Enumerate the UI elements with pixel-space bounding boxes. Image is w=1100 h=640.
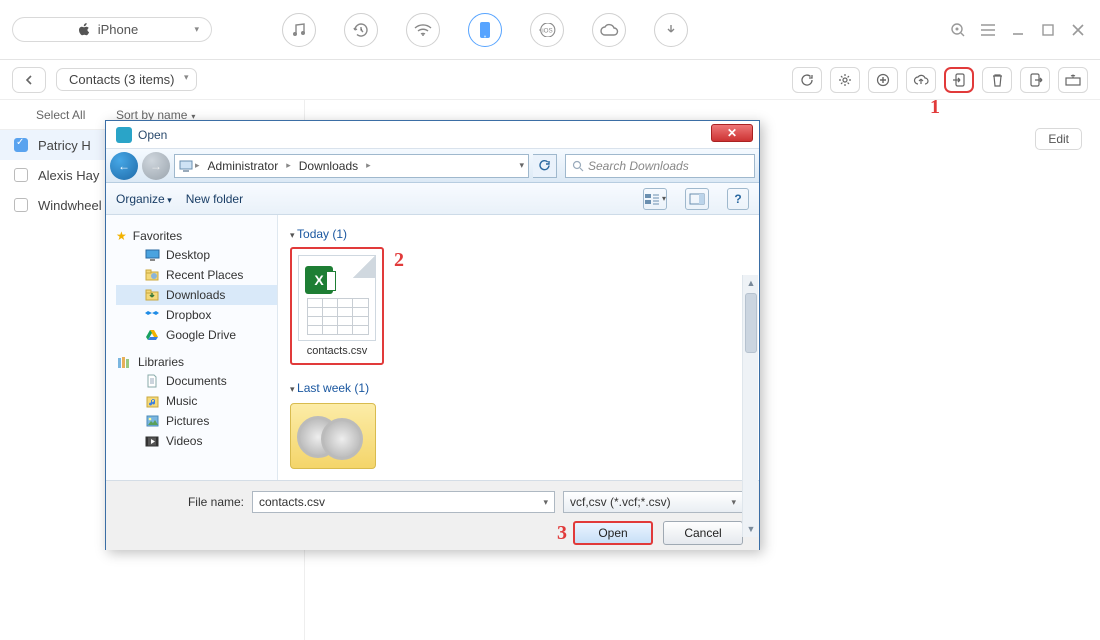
import-button[interactable] — [944, 67, 974, 93]
path-segment[interactable]: Administrator — [202, 157, 285, 175]
history-button[interactable] — [344, 13, 378, 47]
computer-icon — [179, 159, 193, 173]
scroll-thumb[interactable] — [745, 293, 757, 353]
settings-button[interactable] — [830, 67, 860, 93]
close-app-button[interactable] — [1068, 20, 1088, 40]
annotation-2: 2 — [394, 249, 404, 272]
filename-label: File name: — [122, 495, 244, 509]
device-selector[interactable]: iPhone ▾ — [12, 17, 212, 42]
file-area[interactable]: Today (1) X contacts.csv 2 Last week (1) — [278, 215, 759, 480]
minimize-button[interactable] — [1008, 20, 1028, 40]
select-all-header[interactable]: Select All — [0, 108, 116, 122]
transfer-button[interactable] — [1058, 67, 1088, 93]
add-button[interactable] — [868, 67, 898, 93]
nav-back-button[interactable]: ← — [110, 152, 138, 180]
checkbox-icon[interactable] — [14, 138, 28, 152]
music-button[interactable] — [282, 13, 316, 47]
refresh-button[interactable] — [792, 67, 822, 93]
sidebar-item-desktop[interactable]: Desktop — [116, 245, 277, 265]
downloads-icon — [144, 288, 160, 302]
download-button[interactable] — [654, 13, 688, 47]
desktop-icon — [144, 248, 160, 262]
pictures-icon — [144, 414, 160, 428]
refresh-address-button[interactable] — [533, 154, 557, 178]
scroll-up-icon[interactable]: ▲ — [743, 275, 759, 291]
file-caption: contacts.csv — [298, 345, 376, 357]
menu-icon[interactable] — [978, 20, 998, 40]
star-icon: ★ — [116, 229, 127, 243]
export-button[interactable] — [1020, 67, 1050, 93]
help-button[interactable]: ? — [727, 188, 749, 210]
chevron-right-icon: ▸ — [286, 160, 291, 171]
edit-button[interactable]: Edit — [1035, 128, 1082, 150]
sidebar-item-gdrive[interactable]: Google Drive — [116, 325, 277, 345]
cloud-button[interactable] — [592, 13, 626, 47]
new-folder-button[interactable]: New folder — [186, 192, 243, 206]
close-dialog-button[interactable]: ✕ — [711, 124, 753, 142]
apple-icon — [78, 23, 90, 37]
scrollbar[interactable]: ▲ ▼ — [742, 275, 758, 537]
videos-icon — [144, 434, 160, 448]
organize-menu[interactable]: Organize — [116, 192, 172, 206]
wifi-button[interactable] — [406, 13, 440, 47]
scroll-down-icon[interactable]: ▼ — [743, 521, 759, 537]
sidebar-item-music[interactable]: Music — [116, 391, 277, 411]
sidebar-item-dropbox[interactable]: Dropbox — [116, 305, 277, 325]
view-mode-button[interactable]: ▾ — [643, 188, 667, 210]
address-bar[interactable]: ▸ Administrator ▸ Downloads ▸ ▾ — [174, 154, 529, 178]
file-open-dialog: Open ✕ ← → ▸ Administrator ▸ Downloads ▸… — [105, 120, 760, 550]
group-today[interactable]: Today (1) — [290, 227, 747, 241]
chevron-right-icon: ▸ — [366, 160, 371, 171]
document-icon — [144, 374, 160, 388]
open-button[interactable]: Open — [573, 521, 653, 545]
breadcrumb[interactable]: Contacts (3 items) — [56, 68, 197, 91]
gdrive-icon — [144, 328, 160, 342]
dialog-title: Open — [138, 128, 167, 142]
filetype-select[interactable]: vcf,csv (*.vcf;*.csv)▾ — [563, 491, 743, 513]
chevron-right-icon: ▸ — [195, 160, 200, 171]
favorites-group[interactable]: ★Favorites — [116, 227, 277, 245]
phone-button[interactable] — [468, 13, 502, 47]
search-app-icon[interactable] — [948, 20, 968, 40]
chevron-down-icon[interactable]: ▾ — [543, 497, 548, 508]
maximize-button[interactable] — [1038, 20, 1058, 40]
search-input[interactable]: Search Downloads — [565, 154, 755, 178]
back-button[interactable] — [12, 67, 46, 93]
recent-icon — [144, 268, 160, 282]
file-tile-contacts[interactable]: X contacts.csv — [290, 247, 384, 365]
chevron-down-icon: ▾ — [194, 24, 199, 35]
dropbox-icon — [144, 308, 160, 322]
path-segment[interactable]: Downloads — [293, 157, 364, 175]
libraries-icon — [116, 355, 132, 369]
chevron-down-icon: ▾ — [731, 497, 736, 508]
sidebar-item-recent[interactable]: Recent Places — [116, 265, 277, 285]
music-icon — [144, 394, 160, 408]
excel-icon: X — [305, 266, 333, 294]
sidebar-item-videos[interactable]: Videos — [116, 431, 277, 451]
sidebar: ★Favorites Desktop Recent Places Downloa… — [106, 215, 278, 480]
search-icon — [572, 160, 584, 172]
preview-pane-button[interactable] — [685, 188, 709, 210]
libraries-group[interactable]: Libraries — [116, 353, 277, 371]
annotation-3: 3 — [557, 522, 567, 545]
filename-input[interactable]: contacts.csv▾ — [252, 491, 555, 513]
group-lastweek[interactable]: Last week (1) — [290, 381, 747, 395]
sidebar-item-downloads[interactable]: Downloads — [116, 285, 277, 305]
chevron-down-icon[interactable]: ▾ — [519, 160, 524, 171]
device-label: iPhone — [98, 22, 138, 37]
app-icon — [116, 127, 132, 143]
trash-button[interactable] — [982, 67, 1012, 93]
folder-tile[interactable] — [290, 403, 376, 469]
svg-text:iOS: iOS — [542, 27, 552, 34]
cloud-upload-button[interactable] — [906, 67, 936, 93]
checkbox-icon[interactable] — [14, 168, 28, 182]
ios-button[interactable]: iOS — [530, 13, 564, 47]
sidebar-item-pictures[interactable]: Pictures — [116, 411, 277, 431]
cancel-button[interactable]: Cancel — [663, 521, 743, 545]
checkbox-icon[interactable] — [14, 198, 28, 212]
nav-forward-button[interactable]: → — [142, 152, 170, 180]
dialog-titlebar[interactable]: Open ✕ — [106, 121, 759, 149]
sidebar-item-documents[interactable]: Documents — [116, 371, 277, 391]
